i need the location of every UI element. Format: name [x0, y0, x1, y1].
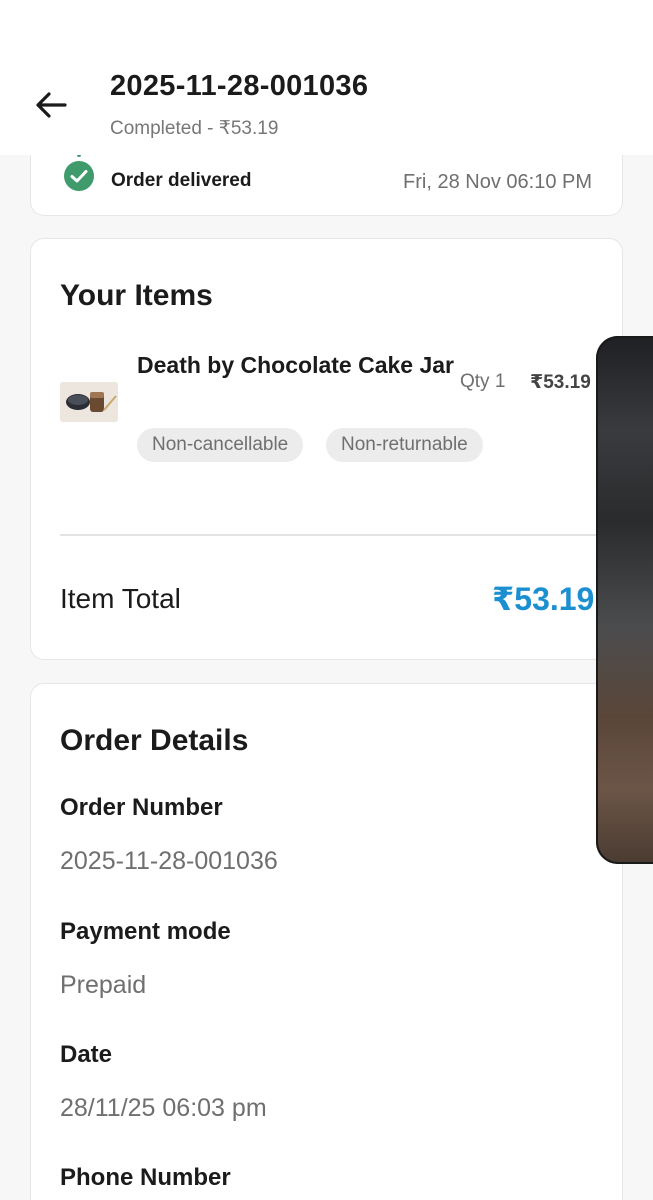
order-number-label: Order Number [60, 794, 223, 821]
order-number-value: 2025-11-28-001036 [60, 847, 278, 875]
item-qty: Qty 1 [460, 371, 506, 392]
date-value: 28/11/25 06:03 pm [60, 1094, 267, 1122]
order-status-subtitle: Completed - ₹53.19 [110, 118, 279, 139]
order-details-title: Order Details [60, 724, 249, 757]
app-header: 2025-11-28-001036 Completed - ₹53.19 [0, 0, 653, 155]
date-label: Date [60, 1041, 113, 1068]
items-card: Your Items Death by Chocolate Cake Jar Q… [30, 238, 623, 660]
item-name: Death by Chocolate Cake Jar [137, 352, 455, 378]
status-time: Fri, 28 Nov 06:10 PM [403, 171, 592, 193]
page-title: 2025-11-28-001036 [110, 70, 369, 102]
back-button[interactable] [28, 82, 74, 128]
order-details-card: Order Details Order Number 2025-11-28-00… [30, 683, 623, 1200]
order-detail-page: 2025-11-28-001036 Completed - ₹53.19 Ord… [0, 0, 653, 1200]
cake-jar-image [60, 382, 118, 422]
divider [60, 534, 622, 536]
item-thumbnail [60, 382, 118, 422]
non-cancellable-tag: Non-cancellable [137, 428, 304, 462]
item-total-label: Item Total [60, 583, 181, 614]
phone-number-label: Phone Number [60, 1164, 231, 1191]
payment-mode-value: Prepaid [60, 971, 147, 999]
arrow-left-icon [36, 92, 67, 118]
item-total-value: ₹53.19 [492, 581, 595, 617]
floating-video-preview[interactable] [596, 336, 653, 864]
item-price: ₹53.19 [530, 372, 591, 393]
status-label: Order delivered [111, 170, 252, 191]
non-returnable-tag: Non-returnable [326, 428, 483, 462]
payment-mode-label: Payment mode [60, 918, 231, 945]
check-circle-icon [64, 161, 94, 191]
items-section-title: Your Items [60, 279, 213, 312]
